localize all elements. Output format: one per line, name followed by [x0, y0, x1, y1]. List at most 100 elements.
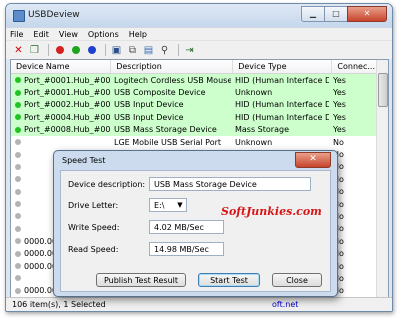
table-row[interactable]: Port_#0001.Hub_#0004 Logitech Cordless US… [11, 74, 388, 87]
maximize-button[interactable]: □ [324, 6, 348, 22]
drive-letter-label: Drive Letter: [68, 201, 119, 210]
speed-test-dialog: Speed Test ✕ Device description: USB Mas… [53, 150, 338, 297]
close-button[interactable]: ✕ [347, 6, 387, 22]
cell-description: USB Mass Storage Device [114, 125, 217, 135]
drive-letter-select[interactable]: E:\ ▼ [149, 198, 187, 212]
disconnected-status-icon [15, 201, 21, 208]
save-icon[interactable]: ▣ [110, 44, 123, 57]
status-credit-link[interactable]: oft.net [272, 300, 298, 309]
cell-device-name: Port_#0001.Hub_#0004 [11, 76, 110, 85]
close-dialog-button[interactable]: Close [272, 273, 322, 287]
status-item-count: 106 item(s), 1 Selected [12, 300, 106, 309]
menu-view[interactable]: View [59, 30, 78, 39]
connected-status-icon [15, 89, 21, 96]
table-row[interactable]: Port_#0008.Hub_#0004 USB Mass Storage Dev… [11, 123, 388, 136]
cell-device-name: Port_#0002.Hub_#0003 [11, 100, 110, 109]
scrollbar-thumb[interactable] [378, 73, 388, 107]
connected-status-icon [15, 114, 21, 121]
device-name-text: Port_#0001.Hub_#0004 [24, 75, 110, 85]
disconnected-status-icon [15, 151, 21, 158]
column-description[interactable]: Description [111, 60, 234, 73]
cell-connected: No [333, 137, 344, 147]
publish-test-result-button[interactable]: Publish Test Result [96, 273, 186, 287]
cell-description: USB Input Device [114, 100, 184, 110]
connected-status-icon [15, 101, 21, 108]
menu-file[interactable]: File [10, 30, 23, 39]
device-name-text: Port_#0008.Hub_#0004 [24, 125, 110, 135]
disconnected-status-icon [15, 176, 21, 183]
cell-device-name [11, 139, 110, 146]
cell-description: USB Input Device [114, 112, 184, 122]
read-speed-field[interactable]: 14.98 MB/Sec [149, 242, 224, 256]
menu-options[interactable]: Options [88, 30, 119, 39]
cell-device-type: Mass Storage [235, 125, 289, 135]
drive-letter-value: E:\ [154, 201, 165, 210]
window-controls: ▁ □ ✕ [301, 6, 387, 22]
table-row[interactable]: Port_#0001.Hub_#0006 USB Composite Device… [11, 86, 388, 99]
dialog-body: Device description: USB Mass Storage Dev… [60, 170, 331, 292]
cell-connected: Yes [333, 75, 346, 85]
connected-status-icon [15, 126, 21, 133]
write-speed-label: Write Speed: [68, 223, 120, 232]
properties-icon[interactable]: ❐ [28, 44, 41, 57]
toolbar-separator [105, 44, 106, 56]
device-description-field[interactable]: USB Mass Storage Device [149, 177, 311, 191]
write-speed-field[interactable]: 4.02 MB/Sec [149, 220, 224, 234]
toolbar: ✕ ❐ ▣ ⧉ ▤ ⚲ ⇥ [6, 40, 392, 59]
cell-connected: Yes [333, 88, 346, 98]
cell-description: LGE Mobile USB Serial Port [114, 137, 222, 147]
disconnected-status-icon [15, 139, 21, 146]
cell-device-type: HID (Human Interface D... [235, 75, 329, 85]
disconnected-status-icon [15, 250, 21, 257]
disconnected-status-icon [15, 213, 21, 220]
exit-icon[interactable]: ⇥ [183, 44, 196, 57]
window-title: USBDeview [28, 10, 80, 20]
disconnected-status-icon [15, 238, 21, 245]
cell-device-name: Port_#0001.Hub_#0006 [11, 88, 110, 97]
cell-device-type: Unknown [235, 137, 273, 147]
table-row[interactable]: Port_#0002.Hub_#0003 USB Input Device HID … [11, 98, 388, 112]
dialog-close-icon[interactable]: ✕ [295, 152, 331, 168]
cell-device-name: Port_#0004.Hub_#0006 [11, 113, 110, 122]
disconnected-status-icon [15, 263, 21, 270]
connected-status-icon [15, 77, 21, 84]
watermark: SoftJunkies.com [221, 205, 322, 218]
start-test-button[interactable]: Start Test [198, 273, 260, 287]
column-device-name[interactable]: Device Name [11, 60, 112, 73]
blue-dot-icon[interactable] [85, 44, 98, 57]
cell-connected: Yes [333, 100, 346, 110]
toolbar-separator [48, 44, 49, 56]
find-icon[interactable]: ⚲ [158, 44, 171, 57]
cell-device-type: Unknown [235, 88, 273, 98]
app-icon [13, 10, 25, 22]
disconnected-status-icon [15, 287, 21, 294]
disconnected-status-icon [15, 163, 21, 170]
minimize-button[interactable]: ▁ [301, 6, 325, 22]
device-name-text: Port_#0002.Hub_#0003 [24, 100, 110, 110]
cell-description: USB Composite Device [114, 88, 206, 98]
dialog-title: Speed Test [62, 156, 106, 165]
column-device-type[interactable]: Device Type [233, 60, 333, 73]
read-speed-label: Read Speed: [68, 245, 119, 254]
device-name-text: Port_#0001.Hub_#0006 [24, 88, 110, 98]
delete-icon[interactable]: ✕ [12, 44, 25, 57]
table-row[interactable]: Port_#0004.Hub_#0006 USB Input Device HID … [11, 111, 388, 124]
table-row[interactable]: LGE Mobile USB Serial Port Unknown No [11, 136, 388, 148]
disconnected-status-icon [15, 275, 21, 282]
title-bar[interactable]: USBDeview ▁ □ ✕ [6, 4, 392, 27]
toolbar-separator [178, 44, 179, 56]
disconnected-status-icon [15, 225, 21, 232]
red-dot-icon[interactable] [53, 44, 66, 57]
menu-help[interactable]: Help [129, 30, 147, 39]
status-bar: 106 item(s), 1 Selected oft.net [6, 297, 392, 311]
green-dot-icon[interactable] [69, 44, 82, 57]
cell-device-type: HID (Human Interface D... [235, 100, 329, 110]
cell-connected: Yes [333, 112, 346, 122]
cell-connected: Yes [333, 125, 346, 135]
vertical-scrollbar[interactable] [376, 60, 388, 298]
disconnected-status-icon [15, 188, 21, 195]
html-report-icon[interactable]: ▤ [142, 44, 155, 57]
copy-icon[interactable]: ⧉ [126, 44, 139, 57]
cell-description: Logitech Cordless USB Mouse [114, 75, 231, 85]
menu-edit[interactable]: Edit [33, 30, 49, 39]
